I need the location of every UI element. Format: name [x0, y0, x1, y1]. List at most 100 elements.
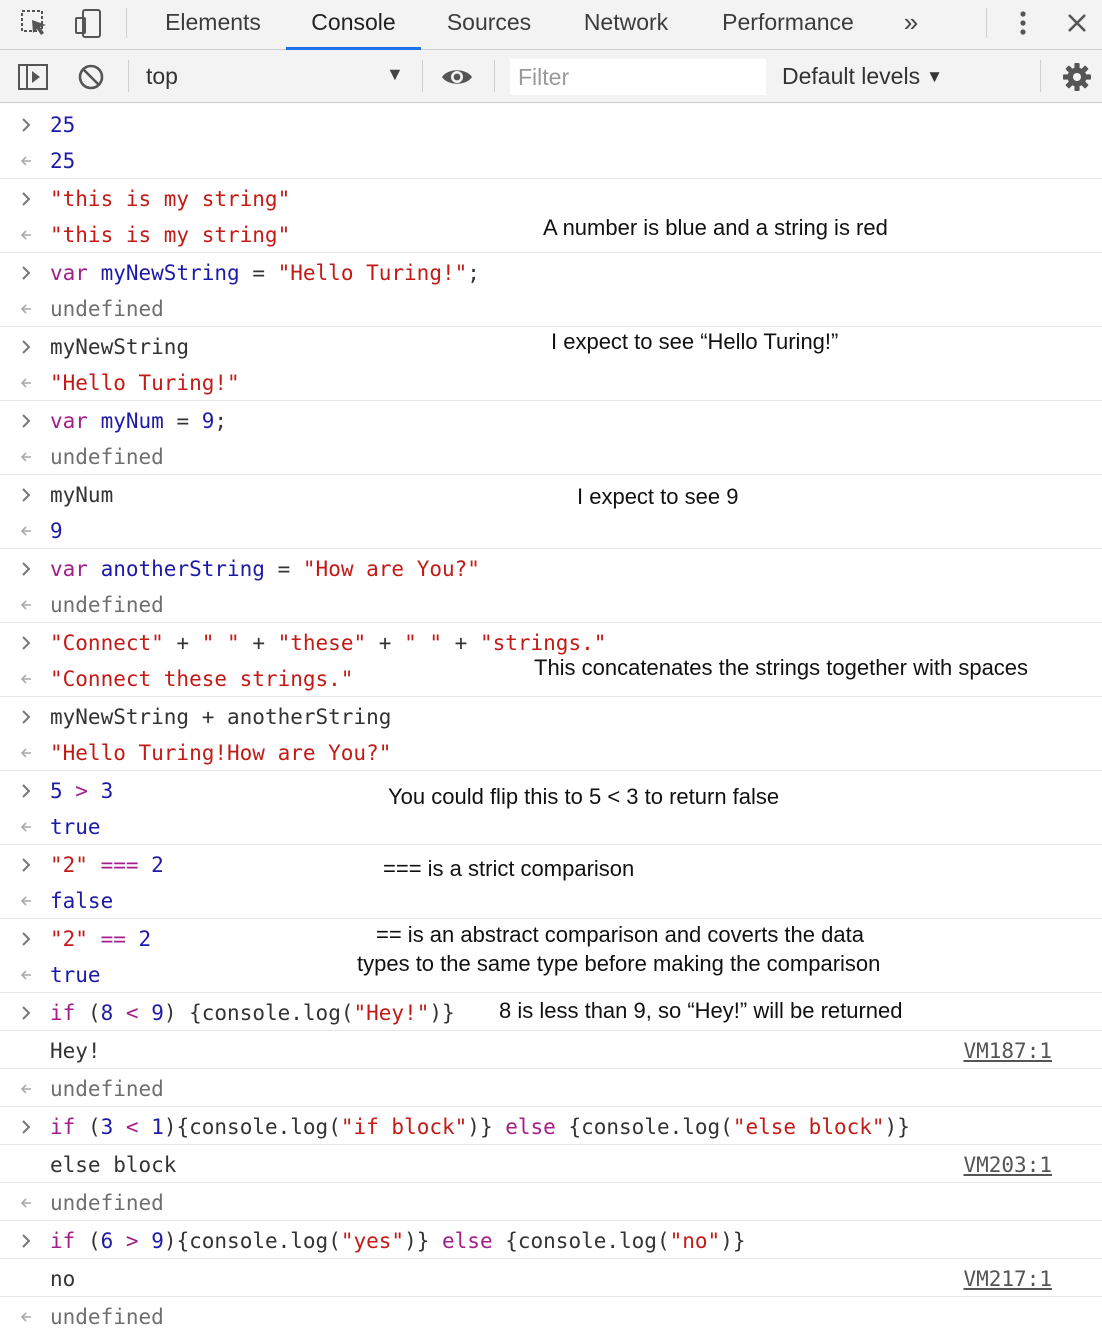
- console-output-row: undefined: [0, 291, 1102, 327]
- annotation-abstract-comparison-line1: == is an abstract comparison and coverts…: [376, 922, 864, 947]
- input-prompt-icon: [14, 1223, 38, 1259]
- console-result: true: [50, 815, 101, 839]
- console-log-row: no VM217:1: [0, 1261, 1102, 1297]
- output-result-icon: [14, 587, 38, 623]
- log-levels-label: Default levels: [782, 63, 921, 89]
- console-result: undefined: [50, 1077, 164, 1101]
- source-link[interactable]: VM217:1: [963, 1261, 1052, 1297]
- input-prompt-icon: [14, 847, 38, 883]
- source-link[interactable]: VM203:1: [963, 1147, 1052, 1183]
- settings-gear-icon[interactable]: [1060, 60, 1094, 94]
- annotation-expect-nine: I expect to see 9: [577, 484, 739, 509]
- console-code: if (6 > 9){console.log("yes")} else {con…: [50, 1229, 746, 1253]
- console-output-row: undefined: [0, 1299, 1102, 1334]
- output-result-icon: [14, 883, 38, 919]
- output-result-icon: [14, 143, 38, 179]
- dropdown-arrow-icon: ▼: [386, 64, 404, 84]
- annotation-flip-comparison: You could flip this to 5 < 3 to return f…: [388, 784, 780, 809]
- output-result-icon: [14, 439, 38, 475]
- input-prompt-icon: [14, 181, 38, 217]
- input-prompt-icon: [14, 625, 38, 661]
- console-log-text: Hey!: [50, 1039, 101, 1063]
- console-messages[interactable]: 25 25 "this is my string" "this is my st…: [0, 103, 1102, 1334]
- source-link[interactable]: VM187:1: [963, 1033, 1052, 1069]
- console-output-row: "Hello Turing!How are You?": [0, 735, 1102, 771]
- console-output-row: 25: [0, 143, 1102, 179]
- console-input-row: if (6 > 9){console.log("yes")} else {con…: [0, 1223, 1102, 1259]
- output-result-icon: [14, 661, 38, 697]
- console-code: "Connect" + " " + "these" + " " + "strin…: [50, 631, 607, 655]
- tab-sources[interactable]: Sources: [432, 0, 546, 50]
- console-code: var myNum = 9;: [50, 409, 228, 433]
- live-expression-eye-icon[interactable]: [440, 60, 474, 94]
- console-output-row: "Hello Turing!": [0, 365, 1102, 401]
- toolbar-separator: [494, 60, 495, 92]
- console-log-row: Hey! VM187:1: [0, 1033, 1102, 1069]
- annotation-abstract-comparison-line2: types to the same type before making the…: [357, 951, 881, 976]
- console-code: var anotherString = "How are You?": [50, 557, 480, 581]
- tab-console[interactable]: Console: [286, 0, 421, 50]
- console-input-row: "this is my string": [0, 181, 1102, 217]
- console-code: var myNewString = "Hello Turing!";: [50, 261, 480, 285]
- console-code: "this is my string": [50, 187, 291, 211]
- console-result: 25: [50, 149, 76, 173]
- console-result: true: [50, 963, 101, 987]
- input-prompt-icon: [14, 773, 38, 809]
- close-icon[interactable]: [1060, 6, 1094, 40]
- output-result-icon: [14, 809, 38, 845]
- tab-network[interactable]: Network: [568, 0, 684, 50]
- kebab-menu-icon[interactable]: [1006, 6, 1040, 40]
- console-result: "Hello Turing!How are You?": [50, 741, 392, 765]
- input-prompt-icon: [14, 995, 38, 1031]
- console-result: "Hello Turing!": [50, 371, 240, 395]
- input-prompt-icon: [14, 329, 38, 365]
- console-code: "2" === 2: [50, 853, 164, 877]
- input-prompt-icon: [14, 921, 38, 957]
- filter-input[interactable]: [510, 59, 766, 95]
- device-toolbar-icon[interactable]: [72, 6, 106, 40]
- console-code: "2" == 2: [50, 927, 152, 951]
- output-result-icon: [14, 217, 38, 253]
- output-result-icon: [14, 957, 38, 993]
- output-result-icon: [14, 365, 38, 401]
- console-input-row: if (3 < 1){console.log("if block")} else…: [0, 1109, 1102, 1145]
- output-result-icon: [14, 735, 38, 771]
- console-result: false: [50, 889, 114, 913]
- tab-elements[interactable]: Elements: [150, 0, 276, 50]
- input-prompt-icon: [14, 107, 38, 143]
- input-prompt-icon: [14, 477, 38, 513]
- console-output-row: 9: [0, 513, 1102, 549]
- console-code: myNum: [50, 483, 114, 507]
- inspect-element-icon[interactable]: [18, 6, 52, 40]
- toolbar-separator: [128, 60, 129, 92]
- output-result-icon: [14, 1299, 38, 1334]
- console-result: undefined: [50, 593, 164, 617]
- input-prompt-icon: [14, 403, 38, 439]
- output-result-icon: [14, 291, 38, 327]
- sidebar-toggle-icon[interactable]: [16, 60, 50, 94]
- annotation-concatenate: This concatenates the strings together w…: [534, 655, 1029, 680]
- more-tabs-chevron-icon[interactable]: »: [896, 0, 922, 46]
- annotation-number-string: A number is blue and a string is red: [543, 215, 888, 240]
- toolbar-separator: [126, 8, 127, 38]
- console-result: undefined: [50, 297, 164, 321]
- console-result: undefined: [50, 445, 164, 469]
- log-levels-dropdown[interactable]: Default levels ▼: [782, 63, 943, 90]
- annotation-strict-comparison: === is a strict comparison: [383, 856, 635, 881]
- input-prompt-icon: [14, 255, 38, 291]
- input-prompt-icon: [14, 699, 38, 735]
- console-output-row: undefined: [0, 587, 1102, 623]
- console-result: "Connect these strings.": [50, 667, 354, 691]
- console-code: 5 > 3: [50, 779, 114, 803]
- toolbar-separator: [1040, 60, 1041, 92]
- context-selector[interactable]: top ▼: [144, 50, 412, 102]
- clear-console-icon[interactable]: [74, 60, 108, 94]
- console-code: if (8 < 9) {console.log("Hey!")}: [50, 1001, 455, 1025]
- console-input-row: var anotherString = "How are You?": [0, 551, 1102, 587]
- tab-performance[interactable]: Performance: [708, 0, 868, 50]
- console-log-text: no: [50, 1267, 76, 1291]
- input-prompt-icon: [14, 1109, 38, 1145]
- console-input-row: var myNewString = "Hello Turing!";: [0, 255, 1102, 291]
- console-result: undefined: [50, 1191, 164, 1215]
- console-input-row: 25: [0, 107, 1102, 143]
